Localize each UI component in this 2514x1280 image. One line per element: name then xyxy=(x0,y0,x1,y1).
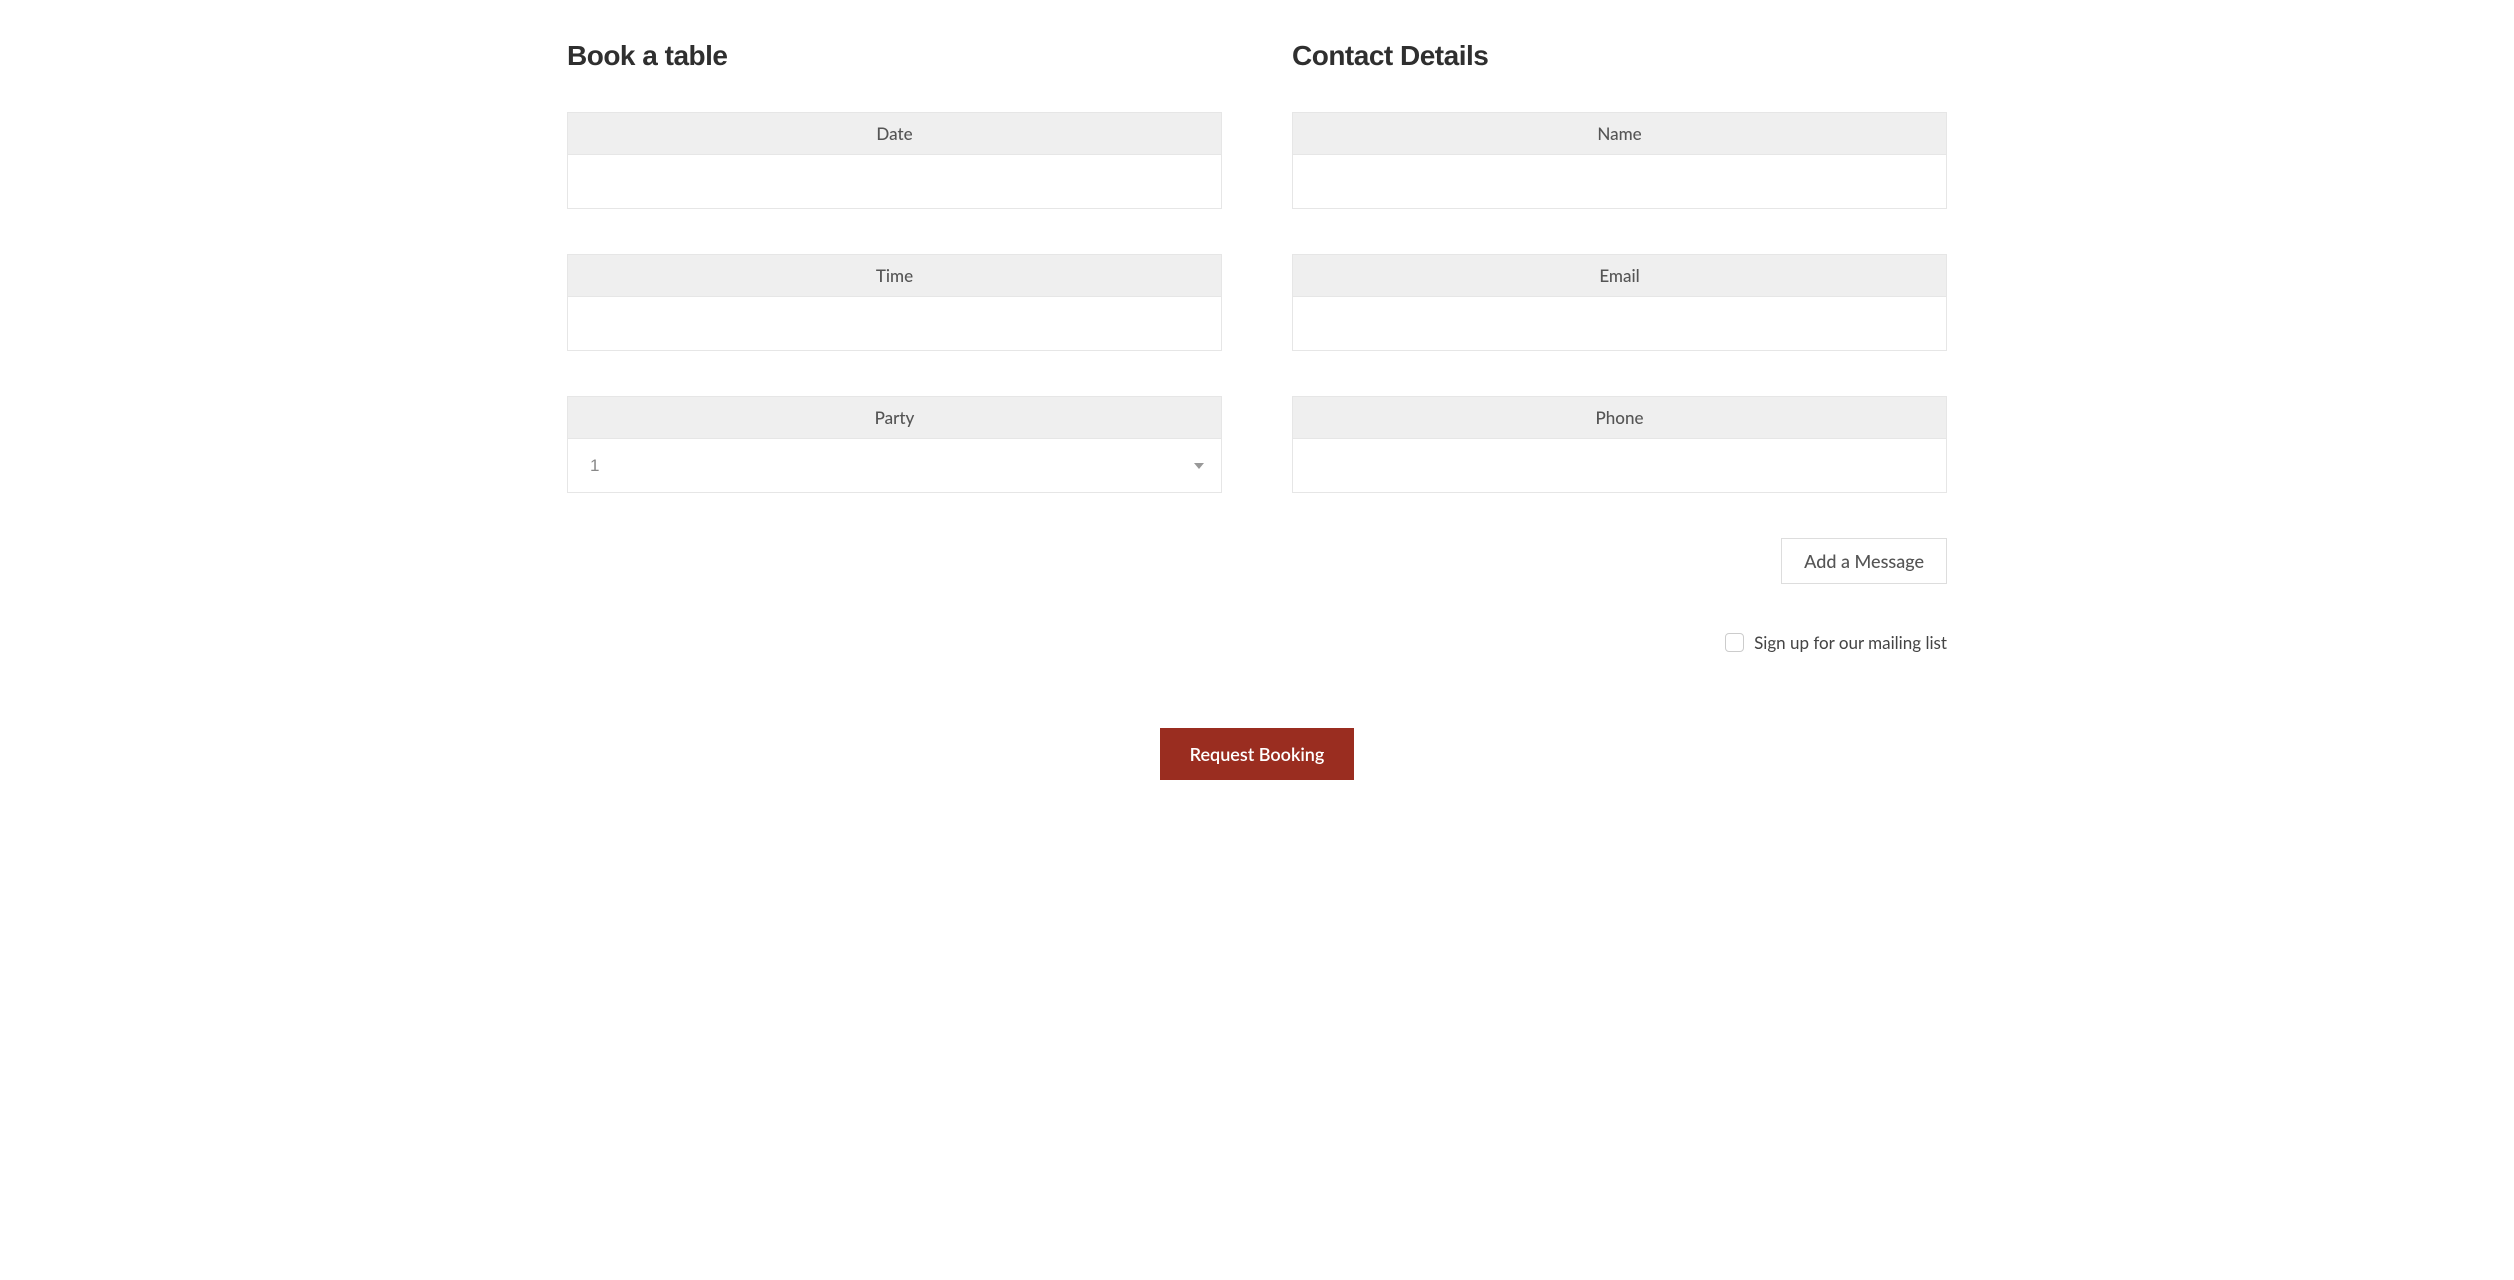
date-input[interactable] xyxy=(567,154,1222,209)
phone-label: Phone xyxy=(1292,396,1947,438)
mailing-row: Sign up for our mailing list xyxy=(1292,632,1947,653)
party-label: Party xyxy=(567,396,1222,438)
party-select[interactable]: 1 xyxy=(567,438,1222,493)
name-label: Name xyxy=(1292,112,1947,154)
date-group: Date xyxy=(567,112,1222,209)
time-input[interactable] xyxy=(567,296,1222,351)
mailing-checkbox[interactable] xyxy=(1725,633,1744,652)
email-label: Email xyxy=(1292,254,1947,296)
submit-row: Request Booking xyxy=(567,728,1947,780)
name-group: Name xyxy=(1292,112,1947,209)
phone-input[interactable] xyxy=(1292,438,1947,493)
add-message-button[interactable]: Add a Message xyxy=(1781,538,1947,584)
email-group: Email xyxy=(1292,254,1947,351)
party-select-wrapper: 1 xyxy=(567,438,1222,493)
time-label: Time xyxy=(567,254,1222,296)
name-input[interactable] xyxy=(1292,154,1947,209)
book-table-title: Book a table xyxy=(567,40,1222,72)
date-label: Date xyxy=(567,112,1222,154)
email-input[interactable] xyxy=(1292,296,1947,351)
mailing-label: Sign up for our mailing list xyxy=(1754,632,1947,653)
request-booking-button[interactable]: Request Booking xyxy=(1160,728,1355,780)
phone-group: Phone xyxy=(1292,396,1947,493)
book-table-section: Book a table Date Time Party 1 xyxy=(567,40,1222,653)
contact-details-section: Contact Details Name Email Phone Add a M… xyxy=(1292,40,1947,653)
contact-details-title: Contact Details xyxy=(1292,40,1947,72)
party-group: Party 1 xyxy=(567,396,1222,493)
right-actions: Add a Message xyxy=(1292,538,1947,584)
time-group: Time xyxy=(567,254,1222,351)
